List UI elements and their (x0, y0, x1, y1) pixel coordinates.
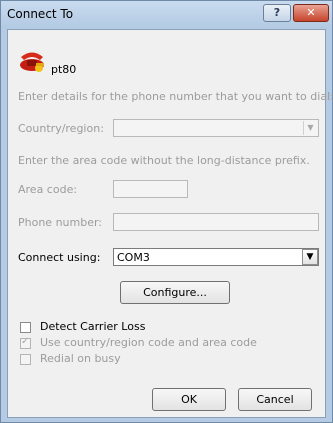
area-instructions: Enter the area code without the long-dis… (18, 154, 310, 167)
country-select: ▼ (113, 119, 319, 137)
phone-number-label: Phone number: (18, 216, 103, 229)
ok-button[interactable]: OK (152, 388, 226, 411)
connect-to-dialog: Connect To ? ✕ pt80 Enter details for th… (0, 0, 333, 423)
use-country-label: Use country/region code and area code (40, 336, 257, 349)
detect-carrier-checkbox[interactable] (20, 322, 31, 333)
area-code-label: Area code: (18, 183, 78, 196)
connect-using-select[interactable]: COM3 ▼ (113, 248, 319, 266)
configure-button[interactable]: Configure... (120, 281, 230, 304)
chevron-down-icon[interactable]: ▼ (302, 249, 318, 265)
connect-using-value: COM3 (117, 251, 150, 264)
title-bar[interactable]: Connect To ? ✕ (1, 1, 332, 28)
detect-carrier-label[interactable]: Detect Carrier Loss (40, 320, 145, 333)
phone-number-input (113, 213, 319, 231)
connect-using-label: Connect using: (18, 251, 101, 264)
area-code-input (113, 180, 188, 198)
checkmark-icon: ✓ (21, 336, 30, 347)
redial-label: Redial on busy (40, 352, 121, 365)
phone-instructions: Enter details for the phone number that … (18, 90, 333, 103)
phone-icon (20, 52, 44, 72)
use-country-checkbox: ✓ (20, 336, 31, 349)
help-button[interactable]: ? (263, 4, 291, 22)
connection-name: pt80 (51, 63, 77, 76)
country-label: Country/region: (18, 122, 104, 135)
chevron-down-icon: ▼ (303, 121, 317, 135)
window-title: Connect To (7, 7, 74, 21)
cancel-button[interactable]: Cancel (238, 388, 312, 411)
dialog-body: pt80 Enter details for the phone number … (7, 29, 333, 418)
redial-checkbox (20, 354, 31, 365)
close-button[interactable]: ✕ (293, 4, 329, 22)
